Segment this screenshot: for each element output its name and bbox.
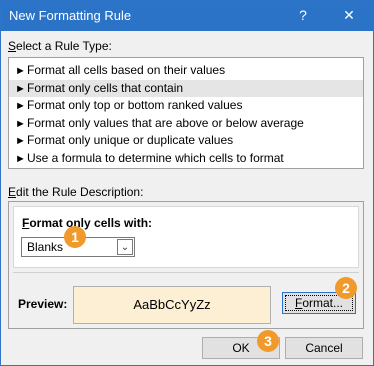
arrow-icon: ► bbox=[15, 117, 26, 130]
arrow-icon: ► bbox=[15, 82, 26, 95]
rule-type-item[interactable]: ►Use a formula to determine which cells … bbox=[9, 150, 363, 168]
preview-sample: AaBbCcYyZz bbox=[73, 286, 271, 324]
rule-type-item-label: Format only top or bottom ranked values bbox=[27, 98, 243, 112]
format-only-cells-heading: Format only cells with: bbox=[22, 216, 152, 230]
condition-dropdown-value: Blanks bbox=[27, 240, 64, 254]
rule-type-item-label: Use a formula to determine which cells t… bbox=[27, 150, 284, 165]
arrow-icon: ► bbox=[15, 65, 26, 77]
arrow-icon: ► bbox=[15, 135, 26, 147]
cancel-button[interactable]: Cancel bbox=[285, 337, 363, 359]
title-bar[interactable]: New Formatting Rule ? ✕ bbox=[1, 1, 373, 31]
close-icon[interactable]: ✕ bbox=[336, 3, 362, 27]
rule-type-list[interactable]: ►Format all cells based on their values … bbox=[8, 57, 364, 169]
rule-description-label: Edit the Rule Description: bbox=[8, 185, 143, 199]
rule-type-item[interactable]: ►Format only values that are above or be… bbox=[9, 115, 363, 133]
dialog-title: New Formatting Rule bbox=[9, 8, 132, 23]
rule-description-label-accesskey: E bbox=[8, 185, 17, 199]
rule-type-item-label: Format only values that are above or bel… bbox=[27, 115, 304, 130]
arrow-icon: ► bbox=[15, 152, 26, 165]
rule-type-item-selected[interactable]: ►Format only cells that contain bbox=[9, 79, 363, 97]
arrow-icon: ► bbox=[15, 100, 26, 112]
chevron-down-icon[interactable]: ⌄ bbox=[117, 239, 133, 255]
help-icon[interactable]: ? bbox=[291, 3, 315, 27]
rule-description-label-text: dit the Rule Description: bbox=[16, 185, 144, 199]
format-heading-text: ormat only cells with: bbox=[29, 216, 153, 230]
format-button-label: ormat... bbox=[302, 296, 344, 310]
rule-type-item-label: Format only cells that contain bbox=[27, 80, 184, 95]
rule-type-item-label: Format all cells based on their values bbox=[27, 63, 226, 77]
new-formatting-rule-dialog: New Formatting Rule ? ✕ Select a Rule Ty… bbox=[0, 0, 374, 366]
rule-type-item[interactable]: ►Format all cells based on their values bbox=[9, 62, 363, 80]
rule-type-item[interactable]: ►Format only unique or duplicate values bbox=[9, 132, 363, 150]
rule-description-panel: Format only cells with: Blanks ⌄ Preview… bbox=[8, 201, 364, 329]
step-badge-2: 2 bbox=[335, 277, 357, 299]
divider bbox=[13, 272, 359, 273]
rule-type-label-accesskey: S bbox=[8, 39, 17, 53]
rule-type-item-label: Format only unique or duplicate values bbox=[27, 133, 234, 147]
rule-type-label: Select a Rule Type: bbox=[8, 39, 112, 53]
preview-label: Preview: bbox=[18, 297, 68, 311]
rule-type-label-text: elect a Rule Type: bbox=[16, 39, 112, 53]
rule-type-item[interactable]: ►Format only top or bottom ranked values bbox=[9, 97, 363, 115]
step-badge-1: 1 bbox=[64, 226, 86, 248]
step-badge-3: 3 bbox=[257, 330, 279, 352]
